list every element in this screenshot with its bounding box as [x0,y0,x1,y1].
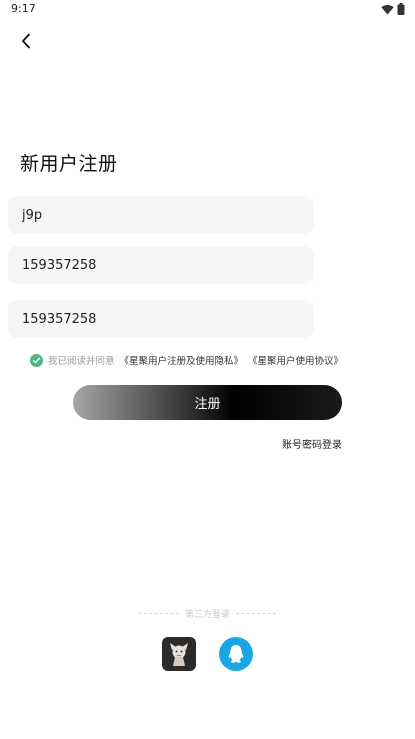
checkmark-icon [32,357,41,363]
checkbox-checked-icon[interactable] [30,353,43,367]
third-party-divider: 第三方登录 [0,607,415,620]
wifi-icon [381,4,394,14]
code-input[interactable] [22,311,314,327]
qq-login-button[interactable] [219,637,253,671]
agreement-prefix: 我已阅读并同意 [48,356,115,367]
back-button[interactable] [14,29,38,53]
qq-icon [228,645,244,663]
chevron-left-icon [22,33,30,49]
username-input[interactable] [22,207,314,223]
page-title: 新用户注册 [20,153,118,175]
app-login-button[interactable] [162,637,196,671]
username-field[interactable] [8,196,314,234]
agreement-row: 我已阅读并同意 《星聚用户注册及使用隐私》 《星聚用户使用协议》 [30,352,343,368]
terms-link[interactable]: 《星聚用户使用协议》 [248,353,343,367]
app-logo-icon [166,640,192,668]
status-bar: 9:17 [0,0,415,18]
status-icons [381,3,405,15]
battery-icon [397,3,405,15]
register-button[interactable]: 注册 [73,385,342,420]
status-time: 9:17 [11,2,36,15]
privacy-link[interactable]: 《星聚用户注册及使用隐私》 [120,353,244,367]
register-button-label: 注册 [194,397,221,412]
third-party-label: 第三方登录 [184,610,230,620]
phone-input[interactable] [22,257,314,273]
divider-line-left [138,613,179,614]
code-field[interactable] [8,300,314,338]
account-login-link[interactable]: 账号密码登录 [282,436,342,451]
divider-line-right [236,613,276,614]
phone-field[interactable] [8,246,314,284]
